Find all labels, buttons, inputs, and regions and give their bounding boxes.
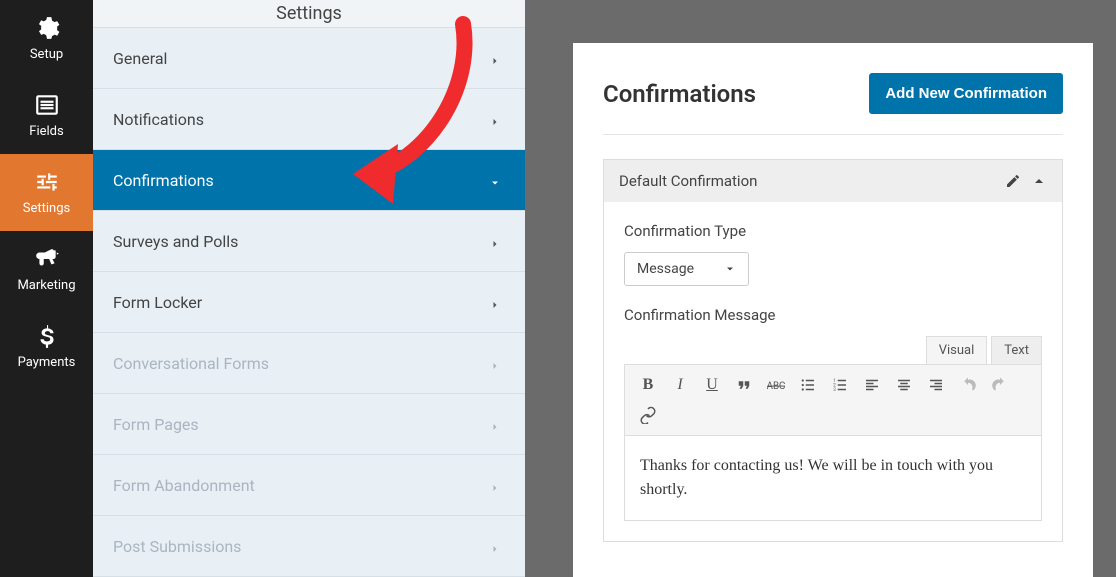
settings-column: Settings General Notifications Confirmat…: [93, 0, 525, 577]
editor-toolbar: B I U ABC 123: [624, 364, 1042, 436]
svg-text:3: 3: [833, 387, 836, 393]
dollar-icon: [34, 323, 60, 349]
settings-item-label: Form Pages: [113, 415, 199, 434]
settings-item-label: Post Submissions: [113, 537, 241, 556]
chevron-right-icon: [489, 357, 501, 369]
gear-icon: [34, 15, 60, 41]
rail-item-payments[interactable]: Payments: [0, 308, 93, 385]
undo-button[interactable]: [953, 371, 983, 399]
settings-item-notifications[interactable]: Notifications: [93, 89, 525, 150]
chevron-right-icon: [489, 52, 501, 64]
underline-button[interactable]: U: [697, 371, 727, 399]
settings-item-form-locker[interactable]: Form Locker: [93, 272, 525, 333]
redo-button[interactable]: [985, 371, 1015, 399]
chevron-down-icon: [489, 174, 501, 186]
rail-item-setup[interactable]: Setup: [0, 0, 93, 77]
rail-item-fields[interactable]: Fields: [0, 77, 93, 154]
settings-item-conversational-forms[interactable]: Conversational Forms: [93, 333, 525, 394]
edit-icon[interactable]: [1005, 173, 1021, 189]
settings-item-label: Form Locker: [113, 293, 202, 312]
italic-button[interactable]: I: [665, 371, 695, 399]
rail-item-settings[interactable]: Settings: [0, 154, 93, 231]
settings-item-surveys[interactable]: Surveys and Polls: [93, 211, 525, 272]
rail-label: Settings: [23, 201, 70, 216]
settings-list: General Notifications Confirmations Surv…: [93, 28, 525, 577]
main-area: Confirmations Add New Confirmation Defau…: [525, 0, 1116, 577]
bulleted-list-button[interactable]: [793, 371, 823, 399]
chevron-right-icon: [489, 235, 501, 247]
fields-icon: [34, 92, 60, 118]
rail-label: Payments: [18, 355, 76, 370]
confirmation-box: Default Confirmation Confirmation Type M…: [603, 159, 1063, 542]
chevron-right-icon: [489, 540, 501, 552]
editor-tab-visual[interactable]: Visual: [926, 336, 988, 364]
rail-label: Fields: [29, 124, 63, 139]
confirmation-type-label: Confirmation Type: [624, 222, 1042, 240]
editor-wrap: Visual Text B I U ABC 123: [624, 336, 1042, 521]
panel-header: Confirmations Add New Confirmation: [603, 73, 1063, 135]
add-new-confirmation-button[interactable]: Add New Confirmation: [869, 73, 1063, 114]
bold-button[interactable]: B: [633, 371, 663, 399]
editor-tabs: Visual Text: [624, 336, 1042, 364]
chevron-right-icon: [489, 418, 501, 430]
settings-item-label: Conversational Forms: [113, 354, 269, 373]
settings-item-general[interactable]: General: [93, 28, 525, 89]
editor-tab-text[interactable]: Text: [991, 336, 1042, 364]
rail-label: Setup: [30, 47, 63, 62]
chevron-right-icon: [489, 296, 501, 308]
settings-item-label: Confirmations: [113, 171, 214, 190]
confirmation-box-body: Confirmation Type Message Confirmation M…: [604, 202, 1062, 541]
confirmation-box-title: Default Confirmation: [619, 172, 995, 190]
align-right-button[interactable]: [921, 371, 951, 399]
settings-item-post-submissions[interactable]: Post Submissions: [93, 516, 525, 577]
left-rail: Setup Fields Settings Marketing Payments: [0, 0, 93, 577]
editor-content[interactable]: Thanks for contacting us! We will be in …: [624, 436, 1042, 521]
collapse-icon[interactable]: [1031, 173, 1047, 189]
settings-item-label: General: [113, 49, 167, 68]
confirmation-message-label: Confirmation Message: [624, 306, 1042, 324]
chevron-down-icon: [724, 263, 736, 275]
rail-item-marketing[interactable]: Marketing: [0, 231, 93, 308]
strikethrough-button[interactable]: ABC: [761, 371, 791, 399]
align-center-button[interactable]: [889, 371, 919, 399]
sliders-icon: [34, 169, 60, 195]
settings-item-confirmations[interactable]: Confirmations: [93, 150, 525, 211]
main-panel: Confirmations Add New Confirmation Defau…: [573, 43, 1093, 577]
chevron-right-icon: [489, 479, 501, 491]
blockquote-button[interactable]: [729, 371, 759, 399]
settings-item-label: Form Abandonment: [113, 476, 255, 495]
rail-label: Marketing: [17, 278, 75, 293]
settings-item-form-pages[interactable]: Form Pages: [93, 394, 525, 455]
confirmation-type-select[interactable]: Message: [624, 252, 749, 286]
numbered-list-button[interactable]: 123: [825, 371, 855, 399]
link-button[interactable]: [633, 401, 663, 429]
bullhorn-icon: [34, 246, 60, 272]
page-title: Confirmations: [603, 80, 756, 108]
align-left-button[interactable]: [857, 371, 887, 399]
settings-item-label: Notifications: [113, 110, 204, 129]
svg-text:ABC: ABC: [767, 381, 785, 392]
settings-item-form-abandonment[interactable]: Form Abandonment: [93, 455, 525, 516]
settings-item-label: Surveys and Polls: [113, 232, 238, 251]
confirmation-box-header: Default Confirmation: [604, 160, 1062, 202]
chevron-right-icon: [489, 113, 501, 125]
select-value: Message: [637, 261, 694, 277]
settings-header: Settings: [93, 0, 525, 28]
